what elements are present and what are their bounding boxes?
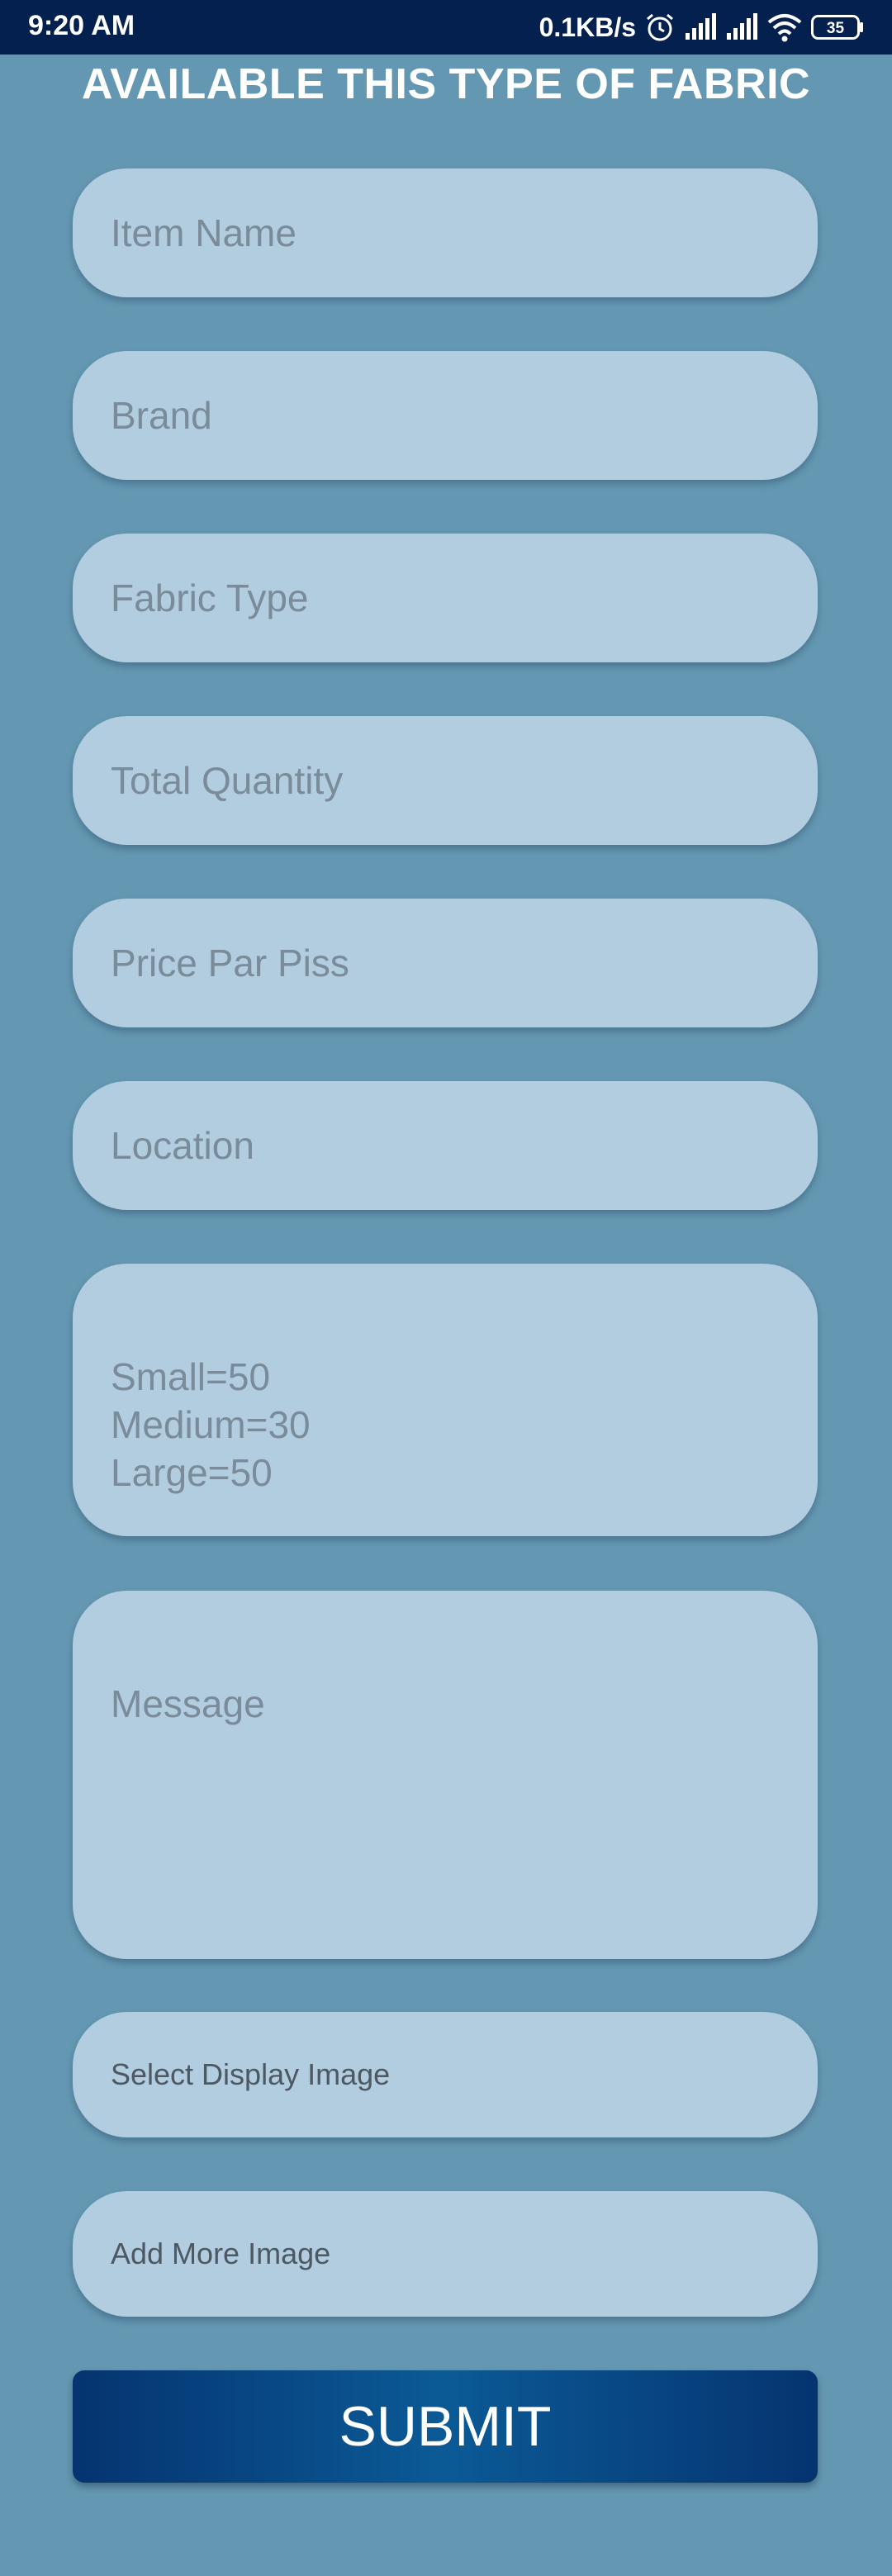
battery-icon: 35 bbox=[811, 15, 864, 40]
status-icons: 0.1KB/s 35 bbox=[539, 8, 864, 46]
fabric-type-placeholder: Fabric Type bbox=[111, 576, 309, 619]
signal-icon bbox=[725, 13, 758, 41]
item-name-input[interactable]: Item Name bbox=[73, 168, 818, 297]
message-input[interactable]: Message bbox=[73, 1591, 818, 1959]
network-speed: 0.1KB/s bbox=[539, 12, 636, 42]
submit-button[interactable]: SUBMIT bbox=[73, 2370, 818, 2483]
fabric-type-input[interactable]: Fabric Type bbox=[73, 534, 818, 662]
wifi-icon bbox=[766, 12, 803, 42]
select-display-image-button[interactable]: Select Display Image bbox=[73, 2012, 818, 2137]
signal-icon bbox=[684, 13, 717, 41]
brand-input[interactable]: Brand bbox=[73, 351, 818, 480]
brand-placeholder: Brand bbox=[111, 394, 212, 437]
add-more-image-label: Add More Image bbox=[111, 2237, 331, 2270]
total-quantity-input[interactable]: Total Quantity bbox=[73, 716, 818, 845]
add-more-image-button[interactable]: Add More Image bbox=[73, 2191, 818, 2317]
select-display-image-label: Select Display Image bbox=[111, 2057, 391, 2091]
price-input[interactable]: Price Par Piss bbox=[73, 899, 818, 1027]
size-quantity-placeholder: Small=50 Medium=30 Large=50 bbox=[111, 1355, 311, 1494]
item-name-placeholder: Item Name bbox=[111, 211, 297, 254]
alarm-icon bbox=[644, 12, 676, 43]
location-input[interactable]: Location bbox=[73, 1081, 818, 1210]
total-quantity-placeholder: Total Quantity bbox=[111, 759, 344, 802]
location-placeholder: Location bbox=[111, 1124, 254, 1167]
battery-level: 35 bbox=[827, 20, 845, 37]
submit-label: SUBMIT bbox=[339, 2395, 552, 2458]
price-placeholder: Price Par Piss bbox=[111, 942, 349, 984]
message-placeholder: Message bbox=[111, 1682, 265, 1725]
size-quantity-input[interactable]: Small=50 Medium=30 Large=50 bbox=[73, 1264, 818, 1536]
status-time: 9:20 AM bbox=[28, 10, 135, 41]
status-bar: 9:20 AM 0.1KB/s 35 bbox=[0, 0, 892, 55]
page-title: AVAILABLE THIS TYPE OF FABRIC bbox=[81, 60, 811, 108]
